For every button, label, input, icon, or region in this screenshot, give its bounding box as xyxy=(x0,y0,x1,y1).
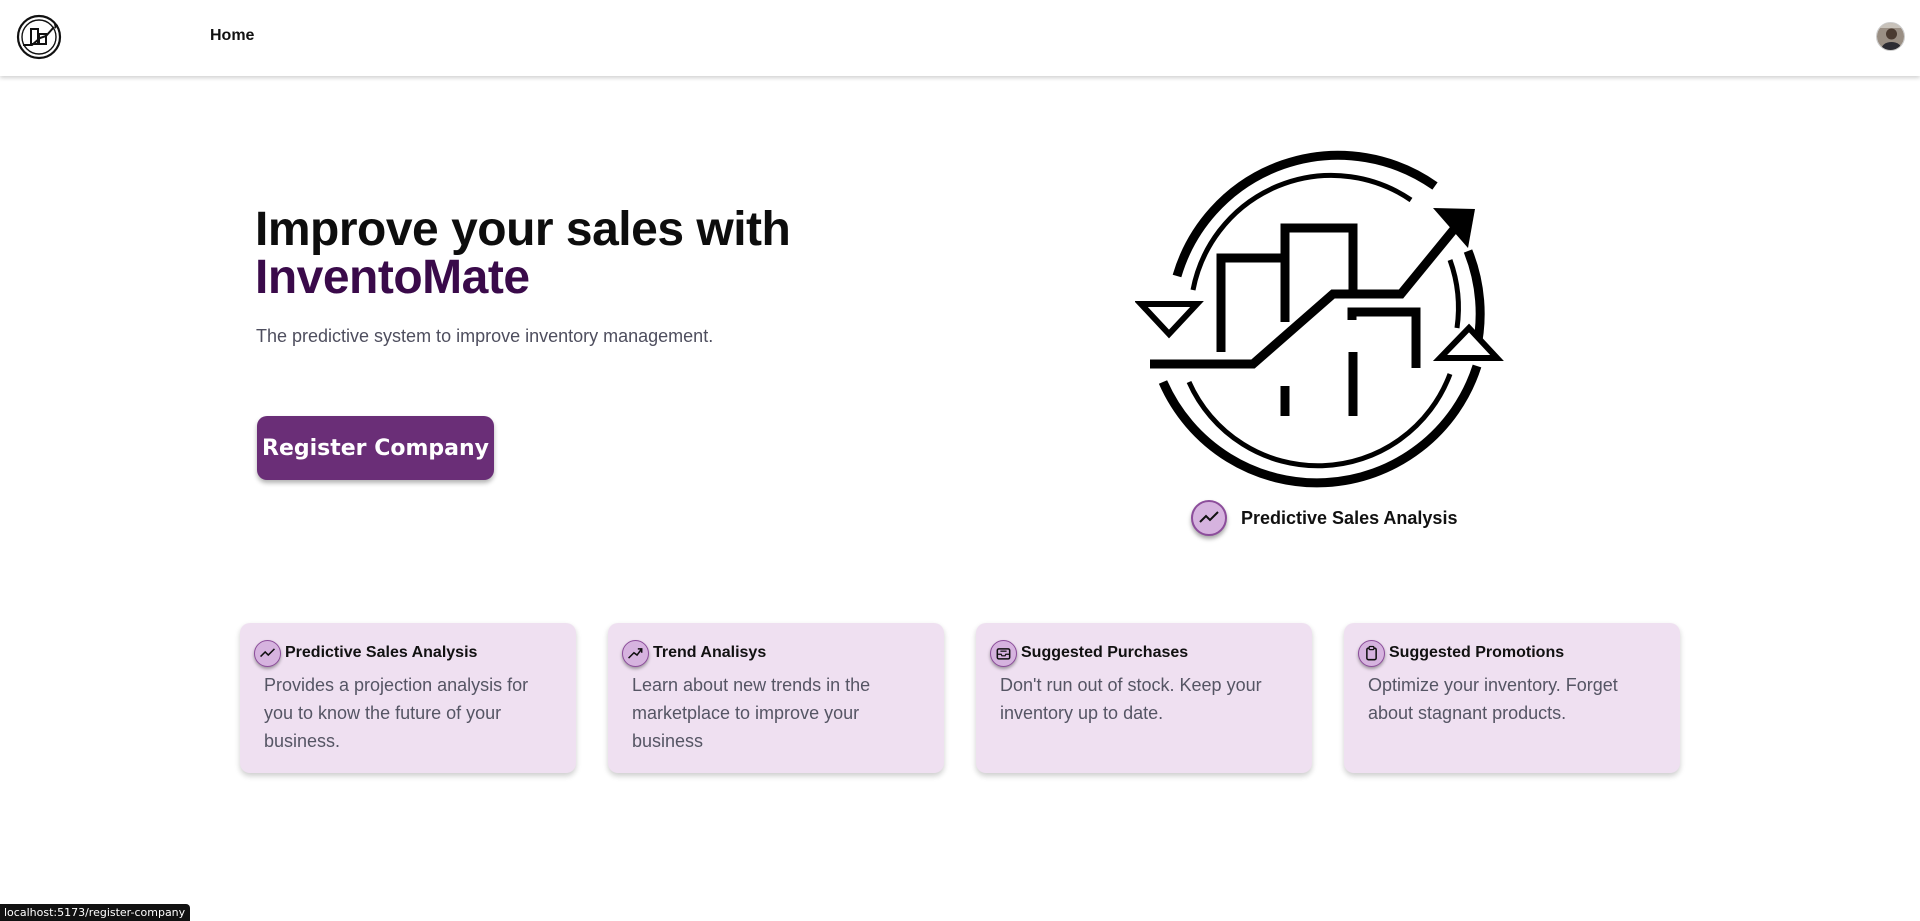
feature-card-title: Suggested Purchases xyxy=(1021,644,1189,661)
feature-card-predictive-sales: Predictive Sales Analysis Provides a pro… xyxy=(240,623,576,773)
hero-subtitle: The predictive system to improve invento… xyxy=(256,326,714,346)
link-preview-status-bar: localhost:5173/register-company xyxy=(0,904,191,921)
feature-card-description: Provides a projection analysis for you t… xyxy=(264,675,529,751)
nav-home-link[interactable]: Home xyxy=(210,27,254,45)
trend-up-icon xyxy=(622,639,649,667)
feature-card-description: Learn about new trends in the marketplac… xyxy=(632,675,871,751)
sales-circle-logo-icon[interactable] xyxy=(14,12,64,62)
feature-card-title: Trend Analisys xyxy=(653,644,767,661)
trend-line-icon xyxy=(1191,500,1227,536)
feature-card-suggested-purchases: Suggested Purchases Don't run out of sto… xyxy=(976,623,1312,773)
clipboard-icon xyxy=(1358,639,1385,667)
hero-caption-text: Predictive Sales Analysis xyxy=(1241,507,1458,528)
feature-card-title: Suggested Promotions xyxy=(1389,644,1565,661)
feature-card-description: Don't run out of stock. Keep your invent… xyxy=(1000,675,1262,723)
trend-line-icon xyxy=(254,639,281,667)
hero-title: Improve your sales with InventoMate xyxy=(255,203,791,304)
hero-title-brand: InventoMate xyxy=(255,251,530,304)
inbox-icon xyxy=(990,639,1017,667)
feature-cards: Predictive Sales Analysis Provides a pro… xyxy=(240,623,1682,773)
feature-card-description: Optimize your inventory. Forget about st… xyxy=(1368,675,1618,723)
hero-feature-caption: Predictive Sales Analysis xyxy=(1191,498,1457,538)
hero-title-line1: Improve your sales with xyxy=(255,203,791,256)
feature-card-trend-analysis: Trend Analisys Learn about new trends in… xyxy=(608,623,944,773)
feature-card-suggested-promotions: Suggested Promotions Optimize your inven… xyxy=(1344,623,1680,773)
feature-card-title: Predictive Sales Analysis xyxy=(285,644,478,661)
user-avatar-icon[interactable] xyxy=(1876,22,1905,51)
register-company-button[interactable]: Register Company xyxy=(257,416,494,480)
sales-growth-cycle-icon xyxy=(1135,150,1504,488)
top-navbar: Home xyxy=(0,0,1920,76)
